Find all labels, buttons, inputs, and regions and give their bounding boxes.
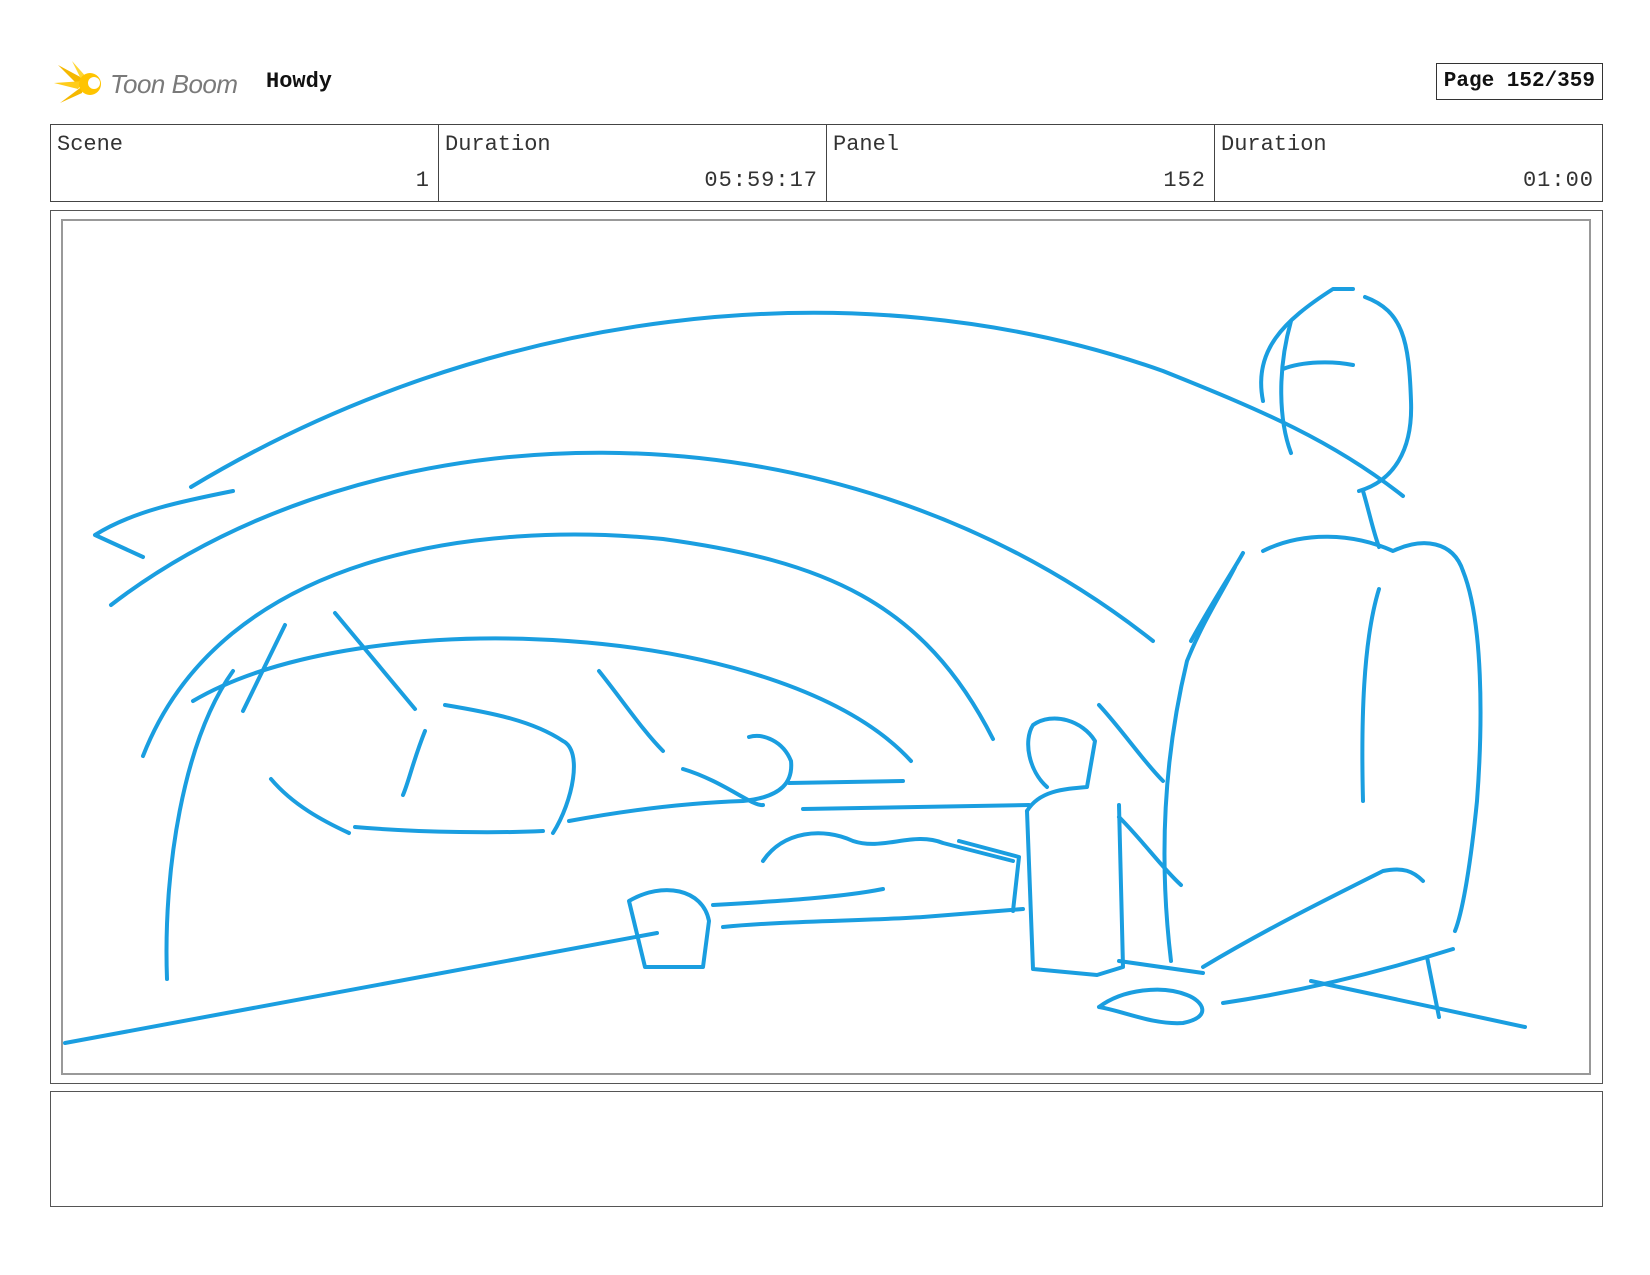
sketch-figure-pole-2 [1097, 703, 1165, 783]
sketch-figure-body-right [1360, 587, 1381, 803]
sketch-arc-middle [109, 450, 1155, 643]
sketch-floor-left [63, 931, 659, 1045]
sketch-figure-pole [1117, 815, 1183, 887]
scene-duration-value: 05:59:17 [704, 168, 818, 193]
panel-value: 152 [1163, 168, 1206, 193]
sketch-figure-foot [1097, 987, 1205, 1026]
sketch-box [1025, 803, 1125, 977]
sketch-person-lying [443, 703, 576, 835]
scene-duration-label: Duration [445, 132, 551, 157]
sketch-figure-head [1259, 287, 1355, 403]
sketch-figure-leg-front [1221, 947, 1455, 1005]
sketch-left-curve [164, 669, 235, 981]
sketch-desk-back [191, 636, 913, 763]
sketch-chair-front [721, 907, 1025, 929]
panel-drawing-area [61, 219, 1591, 1075]
panel-duration-value: 01:00 [1522, 168, 1594, 193]
sketch-figure-shoulders [1261, 534, 1465, 573]
sketch-box-top [1025, 716, 1097, 813]
sketch-chair-seat [711, 887, 885, 907]
scene-value: 1 [415, 168, 430, 193]
sketch-person-body [567, 734, 794, 823]
scene-label: Scene [57, 132, 124, 157]
sketch-figure-leg [1201, 867, 1425, 969]
sketch-arc-outer [189, 310, 1405, 498]
sketch-bench-bottom [353, 825, 545, 835]
sketch-person-arm [333, 611, 417, 711]
sketch-person-head [681, 767, 765, 808]
sketch-figure-seat-edge [1117, 959, 1205, 975]
header: Toon Boom Howdy Page 152/359 [50, 55, 1603, 111]
page-indicator: Page 152/359 [1435, 63, 1603, 100]
sketch-figure-arm-right [1453, 569, 1483, 933]
logo-text: Toon Boom [110, 69, 238, 99]
scene-duration-cell: Duration 05:59:17 [439, 125, 827, 201]
sketch-table-edge [787, 779, 905, 785]
toon-boom-logo-icon [54, 61, 101, 103]
toon-boom-logo: Toon Boom [54, 59, 244, 107]
sketch-table-front [801, 803, 1031, 811]
storyboard-panel [50, 210, 1603, 1084]
sketch-drawing [63, 287, 1527, 1045]
notes-box [50, 1091, 1603, 1207]
sketch-wing-tip [93, 489, 235, 559]
panel-duration-cell: Duration 01:00 [1215, 125, 1602, 201]
sketch-figure-head-back [1357, 295, 1414, 493]
panel-cell: Panel 152 [827, 125, 1215, 201]
sketch-floor-right [1309, 979, 1527, 1029]
project-title: Howdy [266, 69, 333, 94]
sketch-figure-neck [1361, 489, 1381, 549]
scene-cell: Scene 1 [51, 125, 439, 201]
sketch-bench-mid [401, 729, 427, 797]
sketch-figure-face [1281, 360, 1355, 371]
sketch-desk-lamp [957, 839, 1021, 913]
sketch-person-back [597, 669, 665, 753]
sketch-bench-left [269, 777, 351, 835]
sketch-chair-left [627, 888, 711, 969]
info-bar: Scene 1 Duration 05:59:17 Panel 152 Dura… [50, 124, 1603, 202]
panel-label: Panel [833, 132, 900, 157]
panel-duration-label: Duration [1221, 132, 1327, 157]
sketch-figure-face-line [1279, 319, 1293, 455]
